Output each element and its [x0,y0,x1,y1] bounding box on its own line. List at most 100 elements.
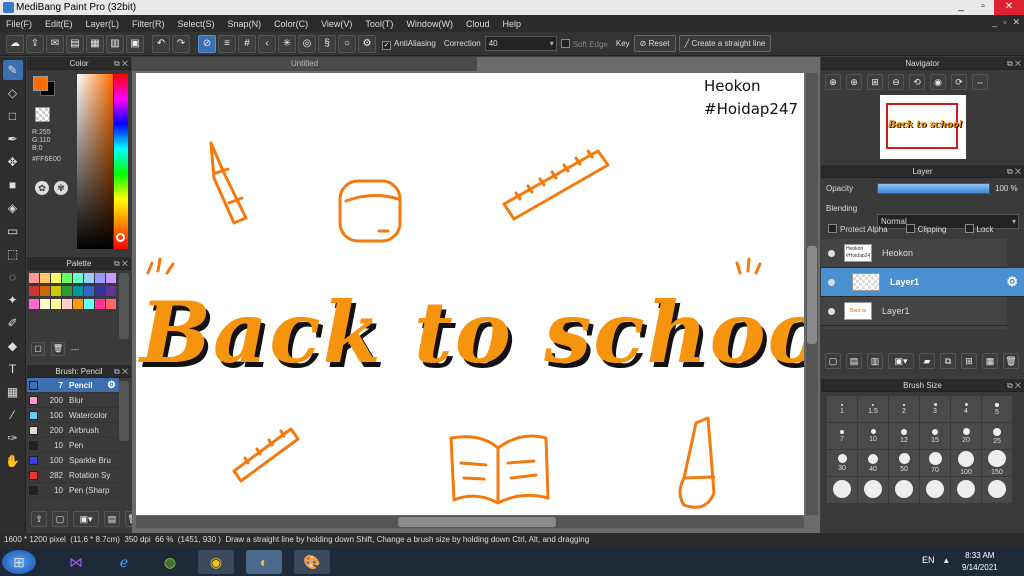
brush-size-cell[interactable]: 30 [827,450,857,476]
divide-tool-icon[interactable]: ▦ [3,382,23,402]
visual-studio-icon[interactable]: ⋈ [58,550,94,574]
palette-swatch[interactable] [84,286,94,296]
brush-item[interactable]: 100 Watercolor [27,408,119,423]
zoom-in-icon[interactable]: ⊕ [825,74,841,90]
palette-swatch[interactable] [51,273,61,283]
snap-parallel-icon[interactable]: ≡ [218,34,236,53]
reset-button[interactable]: ⊘ Reset [633,35,676,52]
lasso-icon[interactable]: ◌ [3,267,23,287]
palette-swatch[interactable] [106,273,116,283]
color-history-icon[interactable]: ✿ [35,181,49,195]
fit-icon[interactable]: ⊞ [867,74,883,90]
new-brush-icon[interactable]: ▢ [52,511,68,527]
horizontal-scroll-thumb[interactable] [398,517,556,527]
brush-size-cell[interactable]: 4 [951,396,981,422]
create-straight-line-button[interactable]: ╱ Create a straight line [678,35,772,52]
brush-size-cell[interactable]: 1 [827,396,857,422]
palette-swatch[interactable] [95,273,105,283]
palette-swatch[interactable] [40,273,50,283]
delete-palette-icon[interactable]: 🗑 [51,342,65,356]
chrome-icon[interactable]: ◉ [198,550,234,574]
doc-close-icon[interactable]: ✕ [1012,17,1020,28]
document-tab[interactable]: Untitled [132,57,477,71]
palette-swatch[interactable] [95,299,105,309]
save-icon[interactable]: ▣ [126,34,144,53]
brush-size-cell[interactable] [982,477,1012,503]
brush-size-cell[interactable]: 50 [889,450,919,476]
medibang-taskbar-icon[interactable]: ◐ [246,550,282,574]
snap-ellipse-icon[interactable]: ○ [338,34,356,53]
brush-item[interactable]: 10 Pen (Sharp [27,483,119,498]
visibility-icon[interactable] [828,278,835,286]
add-layer-menu-icon[interactable]: ▣▾ [888,353,914,369]
antialiasing-checkbox[interactable]: ✓ [382,40,391,50]
clipping-checkbox[interactable] [905,224,915,233]
internet-explorer-icon[interactable]: ℯ [106,550,142,574]
color-picker-icon[interactable]: ✾ [54,181,68,195]
snap-grid-icon[interactable]: # [238,34,256,53]
merge-layer-icon[interactable]: ⊞ [961,353,977,369]
palette-swatch[interactable] [51,299,61,309]
layer-row-selected[interactable]: Layer1 ⚙ [821,268,1024,297]
add-brush-icon[interactable]: ⇧ [31,511,47,527]
brush-item[interactable]: 100 Sparkle Bru [27,453,119,468]
maximize-button[interactable]: ▫ [972,0,994,15]
vertical-scroll-thumb[interactable] [807,246,817,344]
brush-size-cell[interactable] [889,477,919,503]
cloud-icon[interactable]: ☁ [6,34,24,53]
menu-window[interactable]: Window(W) [406,19,453,29]
brush-size-cell[interactable]: 3 [920,396,950,422]
minimize-button[interactable]: _ [950,0,972,15]
menu-select[interactable]: Select(S) [178,19,215,29]
eyedropper-icon[interactable]: ⁄ [3,405,23,425]
menu-snap[interactable]: Snap(N) [228,19,262,29]
duplicate-layer-icon[interactable]: ⧉ [940,353,956,369]
brush-item[interactable]: 282 Rotation Sy [27,468,119,483]
layer-settings-gear-icon[interactable]: ⚙ [1006,274,1018,290]
menu-view[interactable]: View(V) [321,19,352,29]
palette-swatch[interactable] [84,299,94,309]
protect-alpha-checkbox[interactable] [828,224,837,233]
canvas[interactable]: Heokon #Hoidap247 Back to school [136,73,804,515]
dot-tool-icon[interactable]: □ [3,106,23,126]
layer-row[interactable]: Heokon #Hoidap247 Heokon [821,239,1007,268]
menu-filter[interactable]: Filter(R) [132,19,165,29]
share-icon[interactable]: ⇪ [26,34,44,53]
panel-close-icon[interactable]: ⧉ ✕ [114,365,128,378]
undo-icon[interactable]: ↶ [152,34,170,53]
correction-select[interactable]: 40 [484,36,557,51]
snap-settings-icon[interactable]: ⚙ [358,34,376,53]
navigator-preview[interactable]: Back to school [880,95,966,159]
new-palette-icon[interactable]: ▢ [31,342,45,356]
brush-item[interactable]: 7 Pencil ⚙ [27,378,119,393]
lock-checkbox[interactable] [964,224,974,233]
brush-size-cell[interactable] [951,477,981,503]
reset-view-icon[interactable]: ◉ [930,74,946,90]
brush-size-cell[interactable]: 12 [889,423,919,449]
saturation-value-box[interactable] [77,74,113,249]
shape-tool-icon[interactable]: ■ [3,175,23,195]
layer-row[interactable]: Back to school Layer1 [821,297,1007,326]
language-indicator[interactable]: EN [922,555,935,565]
palette-swatch[interactable] [51,286,61,296]
hue-slider[interactable] [114,74,128,249]
brush-size-cell[interactable]: 5 [982,396,1012,422]
brush-item[interactable]: 10 Pen [27,438,119,453]
zoom-out-icon[interactable]: ⊖ [888,74,904,90]
doc-minimize-icon[interactable]: _ [992,17,997,28]
menu-layer[interactable]: Layer(L) [86,19,120,29]
palette-swatch[interactable] [29,273,39,283]
redo-icon[interactable]: ↷ [172,34,190,53]
menu-tool[interactable]: Tool(T) [365,19,393,29]
palette-swatch[interactable] [106,286,116,296]
new-8bit-layer-icon[interactable]: ▥ [867,353,883,369]
brush-size-cell[interactable]: 20 [951,423,981,449]
palette-swatch[interactable] [95,286,105,296]
palette-swatch[interactable] [29,299,39,309]
snap-radial-icon[interactable]: ✳ [278,34,296,53]
visibility-icon[interactable] [828,307,835,315]
move-tool-icon[interactable]: ✥ [3,152,23,172]
brush-tool-icon[interactable]: ✎ [2,60,23,80]
brush-settings-icon[interactable]: ▤ [104,511,120,527]
palette-swatch[interactable] [29,286,39,296]
